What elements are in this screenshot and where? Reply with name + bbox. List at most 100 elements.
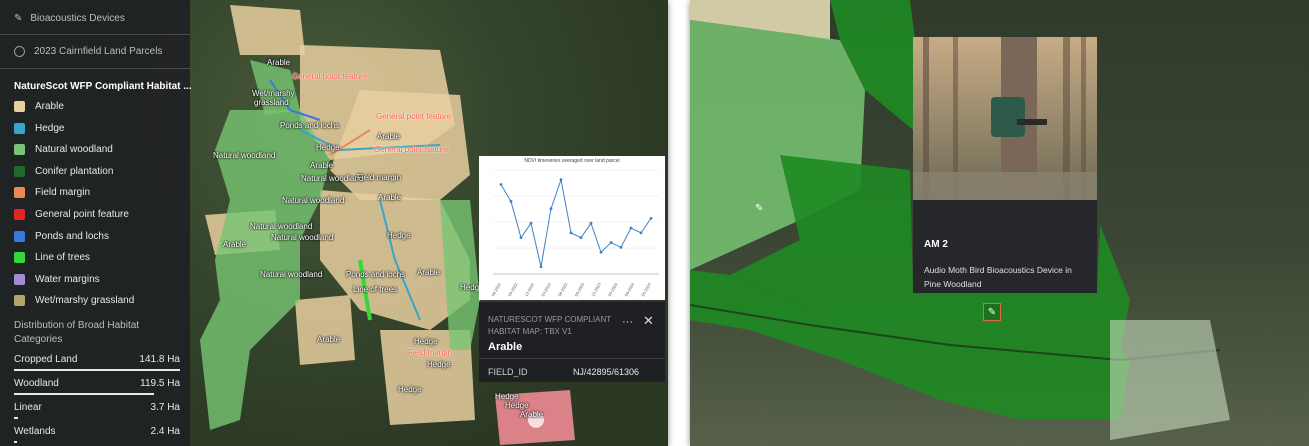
map-label: Field margin [357,173,402,182]
device-map-panel: ✎ ✎ AM 2 Audio Moth Bird Bioacoustics De… [690,0,1309,446]
parcel-arable[interactable] [295,295,355,365]
map-label: Line of trees [353,285,398,294]
map-label: General point feature [376,112,452,121]
map-label: Hedge [398,385,422,394]
legend-swatch [14,187,25,199]
chart-tick-label: 06-2023 [557,281,569,297]
legend-swatch [14,165,25,177]
feature-popup-title: NATURESCOT WFP COMPLIANT HABITAT MAP: TB… [488,315,611,336]
chart-point [559,178,563,182]
chart-point [549,207,553,211]
map-label: Hedge [427,360,451,369]
legend-item[interactable]: Arable [14,101,64,112]
divider [0,68,190,69]
divider [479,358,665,359]
selected-device-marker[interactable]: ✎ [983,303,1001,321]
legend-label: General point feature [35,209,129,220]
distribution-title: Distribution of Broad Habitat Categories [14,320,140,345]
category-title[interactable]: NatureScot WFP Compliant Habitat ... [14,81,192,92]
legend-label: Arable [35,101,64,112]
habitat-map-panel: Arable General point feature Wet/marshy … [0,0,668,446]
parcel-natural-woodland[interactable] [440,200,480,350]
legend-label: Natural woodland [35,144,113,156]
legend-item[interactable]: Conifer plantation [14,165,113,177]
legend-label: Hedge [35,122,65,134]
map-label: Field margin [408,348,453,357]
map-label: Wet/marshy [252,89,295,98]
chart-tick-label: 03-2023 [540,281,552,297]
distribution-label: Woodland [14,378,59,389]
distribution-label: Linear [14,402,42,413]
chart-point [599,250,603,254]
parcel-conifer[interactable] [830,0,915,40]
distribution-bar [14,441,17,443]
map-label: Natural woodland [282,196,345,205]
chart-tick-label: 03-2024 [607,281,619,297]
map-label: Arable [267,58,291,67]
legend-swatch [14,144,25,156]
device-photo [913,37,1097,200]
map-label: Ponds and lochs [280,121,340,130]
distribution-label: Cropped Land [14,354,78,365]
distribution-row: Linear 3.7 Ha [14,402,180,413]
distribution-value: 119.5 Ha [140,378,180,389]
device-marker-icon[interactable]: ✎ [755,203,763,214]
chart-tick-label: 12-2023 [590,281,602,297]
map-label: Arable [223,240,247,249]
map-label: Arable [520,410,544,419]
legend-swatch [14,230,25,242]
legend-item[interactable]: Natural woodland [14,144,113,156]
legend-label: Wet/marshy grassland [35,295,135,307]
parcel-arable[interactable] [230,5,305,55]
map-label: Arable [317,335,341,344]
legend-swatch [14,101,25,112]
legend-label: Water margins [35,273,100,285]
parcel-field[interactable] [1110,320,1230,440]
map-label: Hedge [387,231,411,240]
chart-point [529,221,533,225]
map-label: Hedge [414,337,438,346]
chart-tick-label: 09-2023 [574,281,586,297]
ndvi-chart-popup: NDVI timeseries averaged over land parce… [479,156,665,300]
chart-point [539,265,543,269]
chart-title: NDVI timeseries averaged over land parce… [524,158,620,164]
legend-item[interactable]: Ponds and lochs [14,230,109,242]
legend-item[interactable]: General point feature [14,209,129,220]
map-label: Arable [417,268,441,277]
layer-bioacoustics-devices[interactable]: ✎ Bioacoustics Devices [14,13,125,24]
legend-item[interactable]: Field margin [14,187,91,199]
legend-label: Field margin [35,187,91,199]
map-label: Arable [377,132,401,141]
device-icon: ✎ [987,306,997,318]
layer-toggle-icon[interactable] [14,46,25,57]
device-icon: ✎ [14,13,23,24]
chart-point [629,226,633,230]
legend-item[interactable]: Hedge [14,122,65,134]
distribution-value: 2.4 Ha [150,426,180,437]
map-label: Arable [378,193,402,202]
legend-item[interactable]: Water margins [14,273,100,285]
chart-tick-label: 06-2024 [624,281,636,297]
legend-item[interactable]: Line of trees [14,252,91,264]
chart-point [619,245,623,249]
chart-point [579,236,583,240]
map-label: Hedge [316,143,340,152]
legend-label: Line of trees [35,252,91,264]
legend-swatch [14,122,25,134]
map-label: General point Nature [374,145,449,154]
more-options-button[interactable]: ··· [622,316,633,328]
legend-item[interactable]: Wet/marshy grassland [14,295,135,307]
map-label: grassland [254,98,289,107]
distribution-value: 141.8 Ha [139,354,180,365]
legend-label: Ponds and lochs [35,230,109,242]
feature-popup: NATURESCOT WFP COMPLIANT HABITAT MAP: TB… [479,302,665,382]
distribution-bar [14,393,154,395]
chart-point [509,200,513,203]
map-label: Ponds and lochs [346,270,406,279]
close-icon[interactable]: ✕ [643,313,654,329]
layer-land-parcels[interactable]: 2023 Cairnfield Land Parcels [14,46,162,57]
chart-point [519,236,523,240]
map-label: Natural woodland [271,233,334,242]
field-id-label: FIELD_ID [488,367,528,377]
layer-label: Bioacoustics Devices [30,13,125,24]
